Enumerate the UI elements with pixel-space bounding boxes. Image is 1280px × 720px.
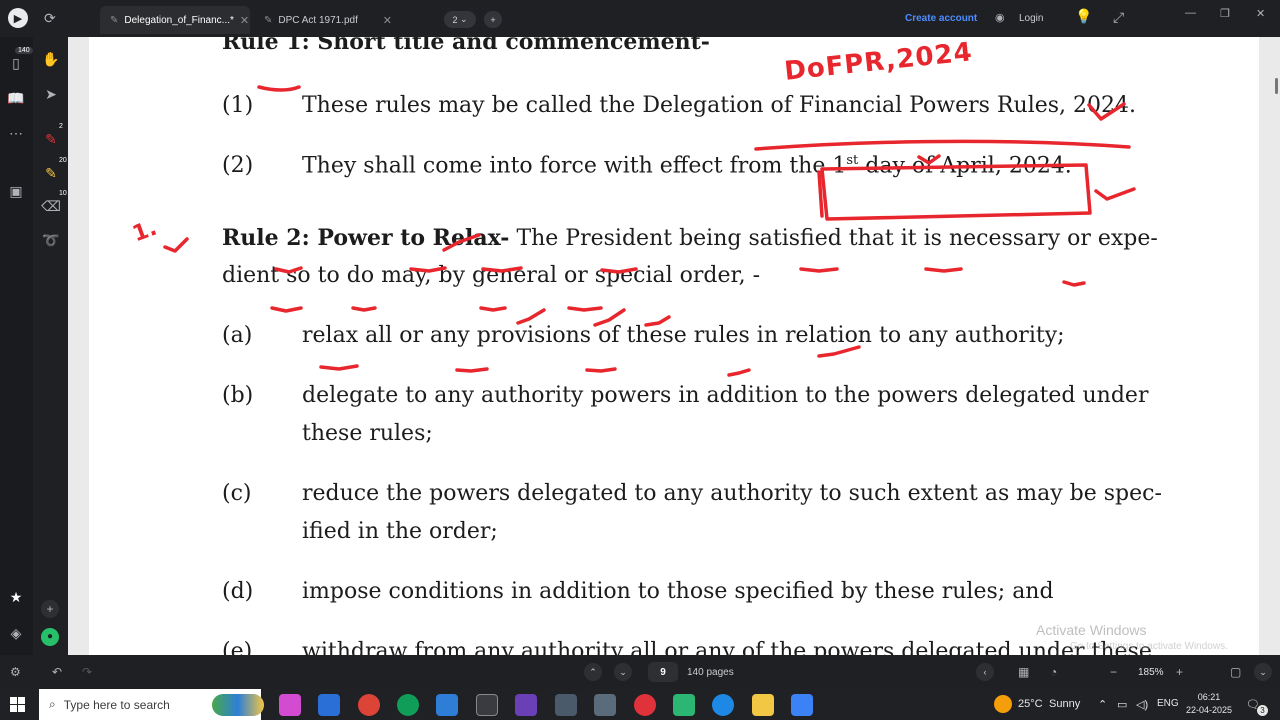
page-up-button[interactable]: ⌃: [584, 663, 602, 681]
fullscreen-icon[interactable]: ⤢: [1113, 9, 1124, 26]
plus-icon: +: [490, 14, 496, 25]
new-tab-button[interactable]: +: [484, 11, 502, 28]
store-icon[interactable]: [318, 694, 340, 716]
layers-icon[interactable]: ◈: [6, 625, 26, 642]
redo-icon[interactable]: ↷: [82, 665, 92, 679]
page-down-button[interactable]: ⌄: [614, 663, 632, 681]
recorder-icon[interactable]: [634, 694, 656, 716]
widgets-icon[interactable]: [212, 694, 264, 716]
tab-delegation[interactable]: ✎ Delegation_of_Financ...* ✕: [100, 6, 250, 34]
edge-icon[interactable]: [712, 694, 734, 716]
search-icon: ⌕: [49, 697, 56, 711]
add-page-icon[interactable]: +: [41, 600, 59, 618]
title-bar: ▶ ⟳ ✎ Delegation_of_Financ...* ✕ ✎ DPC A…: [0, 0, 1280, 37]
activate-windows-watermark: Activate Windows: [1036, 622, 1147, 638]
snip-icon[interactable]: [476, 694, 498, 716]
zoom-in-icon[interactable]: +: [1176, 665, 1183, 679]
maximize-icon[interactable]: ❐: [1220, 7, 1230, 20]
weather-icon[interactable]: [994, 695, 1012, 713]
view-options-button[interactable]: ⌄: [1254, 663, 1272, 681]
pages-panel-icon[interactable]: ▯: [6, 55, 26, 72]
photos-icon[interactable]: [436, 694, 458, 716]
chevron-down-icon: ⌄: [1259, 666, 1267, 677]
tab-label: DPC Act 1971.pdf: [278, 14, 358, 26]
activate-windows-subtext: Go to Settings to activate Windows.: [1070, 641, 1228, 652]
pdf-viewer[interactable]: Rule 1: Short title and commencement- (1…: [68, 37, 1280, 655]
pdf-icon: ✎: [264, 14, 273, 26]
tab-sync-icon[interactable]: ⟳: [44, 10, 56, 27]
tools-icon[interactable]: [594, 694, 616, 716]
volume-icon[interactable]: ◁): [1136, 698, 1148, 711]
paint-icon[interactable]: [515, 694, 537, 716]
zoom-level[interactable]: 185%: [1138, 667, 1164, 678]
page-number-input[interactable]: 9: [648, 662, 678, 682]
notification-count: 3: [1257, 705, 1268, 716]
display-icon[interactable]: [555, 694, 577, 716]
more-icon[interactable]: ⋯: [6, 125, 26, 142]
select-tool-icon[interactable]: ➤: [41, 86, 61, 103]
chrome-icon[interactable]: [358, 694, 380, 716]
bookmark-panel-icon[interactable]: ▣: [6, 183, 26, 200]
chrome-profile-icon[interactable]: [397, 694, 419, 716]
grid-view-icon[interactable]: ▦: [1018, 665, 1029, 679]
clock[interactable]: 06:21 22-04-2025: [1184, 691, 1234, 717]
pdf-icon: ✎: [110, 14, 119, 26]
ink-annotations: [163, 85, 1136, 377]
login-link[interactable]: Login: [1019, 13, 1043, 24]
chevron-up-icon: ⌃: [589, 666, 597, 677]
pen-badge: 2: [59, 123, 63, 130]
pages-badge: 140: [15, 47, 33, 54]
windows-taskbar: ⌕ Type here to search 25°C Sunny ⌃ ▭ ◁) …: [0, 689, 1280, 720]
close-window-icon[interactable]: ✕: [1256, 7, 1265, 20]
tab-label: Delegation_of_Financ...*: [124, 14, 234, 26]
tab-count-dropdown[interactable]: 2 ⌄: [444, 11, 476, 28]
read-mode-icon[interactable]: ◔: [1050, 665, 1057, 679]
minimize-icon[interactable]: —: [1185, 7, 1196, 19]
lasso-tool-icon[interactable]: ➰: [41, 232, 61, 249]
hand-tool-icon[interactable]: ✋: [41, 51, 61, 68]
weather-desc[interactable]: Sunny: [1049, 698, 1080, 710]
eraser-tool-icon[interactable]: ⌫: [41, 198, 61, 215]
chevron-left-icon: ‹: [983, 667, 987, 677]
scrollbar[interactable]: [1275, 78, 1278, 94]
settings-icon[interactable]: ⚙: [10, 665, 21, 679]
close-tab-icon[interactable]: ✕: [240, 14, 249, 27]
create-account-link[interactable]: Create account: [905, 13, 977, 24]
windows-start-icon[interactable]: [10, 697, 25, 712]
fit-page-icon[interactable]: ▢: [1230, 665, 1241, 679]
chevron-up-icon[interactable]: ⌃: [1098, 698, 1107, 711]
search-placeholder: Type here to search: [63, 697, 170, 712]
star-icon[interactable]: ★: [6, 589, 26, 606]
total-pages-label: 140 pages: [687, 667, 734, 678]
chevron-down-icon: ⌄: [619, 666, 627, 677]
app-logo-icon[interactable]: ▶: [8, 8, 28, 28]
network-icon[interactable]: ▭: [1117, 698, 1127, 711]
language-indicator[interactable]: ENG: [1157, 698, 1179, 709]
close-tab-icon[interactable]: ✕: [383, 14, 392, 27]
undo-icon[interactable]: ↶: [52, 665, 62, 679]
weather-temp[interactable]: 25°C: [1018, 698, 1043, 710]
teams-icon[interactable]: [791, 694, 813, 716]
pdf-page: Rule 1: Short title and commencement- (1…: [89, 37, 1259, 655]
chevron-down-icon: ⌄: [457, 14, 468, 24]
copilot-icon[interactable]: [279, 694, 301, 716]
tab-dpc-act[interactable]: ✎ DPC Act 1971.pdf ✕: [254, 6, 402, 34]
zoom-out-icon[interactable]: −: [1110, 665, 1117, 679]
file-explorer-icon[interactable]: [752, 694, 774, 716]
bulb-icon[interactable]: 💡: [1075, 8, 1092, 25]
record-icon[interactable]: ●: [41, 628, 59, 646]
pen-tool-icon[interactable]: ✎: [41, 131, 61, 148]
highlighter-tool-icon[interactable]: ✎: [41, 165, 61, 182]
prev-view-button[interactable]: ‹: [976, 663, 994, 681]
user-icon: ◉: [995, 12, 1005, 24]
book-icon[interactable]: 📖: [6, 90, 26, 107]
pdf-app-icon[interactable]: [673, 694, 695, 716]
bottom-toolbar: ⚙ ↶ ↷ ⌃ ⌄ 9 140 pages ‹ ▦ ◔ − 185% + ▢ ⌄: [0, 655, 1280, 689]
